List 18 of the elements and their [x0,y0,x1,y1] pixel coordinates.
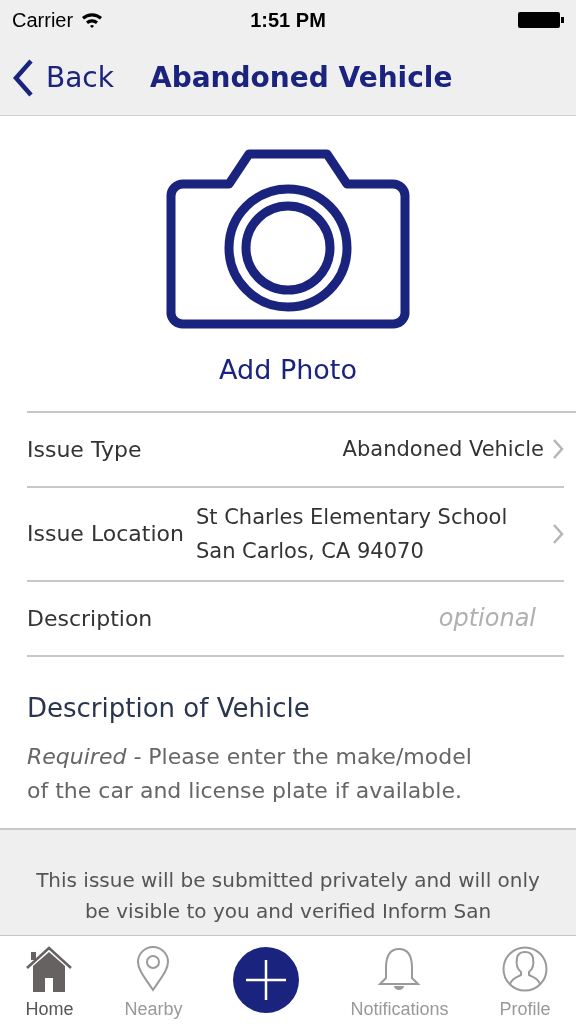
form-row[interactable]: Issue Location St Charles Elementary School San Carlos, CA 94070 [27,487,564,582]
carrier-label: Carrier [12,8,74,33]
back-button[interactable]: Back [12,56,114,99]
row-value: St Charles Elementary School [195,503,508,531]
add-photo-button[interactable]: Add Photo [0,116,576,411]
page-title: Abandoned Vehicle [150,59,453,96]
row-label: Description [27,604,153,633]
row-label: Issue Location [27,520,184,548]
hint-text: Required - Please enter the make/model of the car and license plate if available. [27,742,473,805]
tab-item[interactable]: Home [25,937,74,1023]
row-value: San Carlos, CA 94070 [195,537,424,565]
clock: 1:51 PM [250,8,326,33]
row-value: Abandoned Vehicle [342,436,544,463]
row-label: Issue Type [27,435,142,464]
privacy-notice: This issue will be submitted privately and will only be visible to you and verified Inform San [35,867,541,925]
description-input[interactable]: optional [168,600,536,636]
form-row[interactable]: Issue Type Abandoned Vehicle [27,412,564,488]
section-title: Description of Vehicle [27,691,311,725]
